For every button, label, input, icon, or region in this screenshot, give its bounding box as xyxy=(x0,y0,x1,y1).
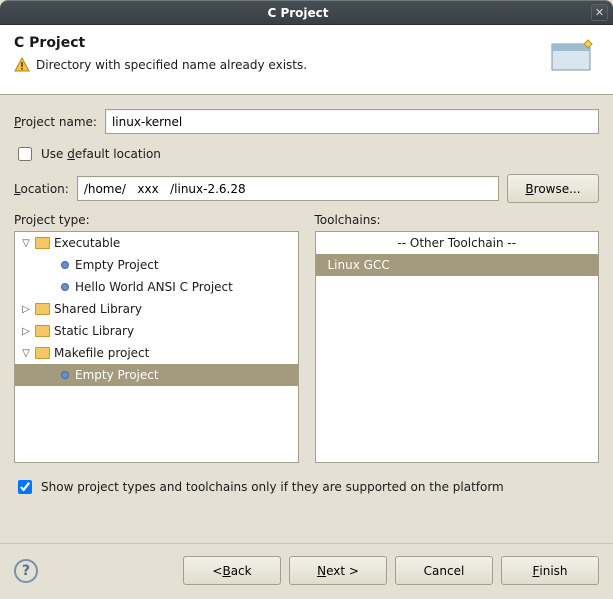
location-label: Location: xyxy=(14,182,69,196)
browse-button[interactable]: Browse... xyxy=(507,174,599,203)
folder-icon xyxy=(35,325,50,337)
tree-label: Empty Project xyxy=(75,368,159,382)
titlebar: C Project ✕ xyxy=(0,0,613,25)
folder-icon xyxy=(35,237,50,249)
tree-label: Static Library xyxy=(54,324,134,338)
tree-node-makefile[interactable]: ▽ Makefile project xyxy=(15,342,298,364)
list-item-linux-gcc[interactable]: Linux GCC xyxy=(316,254,599,276)
use-default-location-checkbox[interactable] xyxy=(18,147,32,161)
chevron-down-icon[interactable]: ▽ xyxy=(19,238,33,249)
list-item-label: Linux GCC xyxy=(328,258,390,272)
back-button[interactable]: < Back xyxy=(183,556,281,585)
cancel-button[interactable]: Cancel xyxy=(395,556,493,585)
folder-icon xyxy=(35,347,50,359)
tree-node-shared-library[interactable]: ▷ Shared Library xyxy=(15,298,298,320)
toolchains-label: Toolchains: xyxy=(315,213,600,227)
folder-icon xyxy=(35,303,50,315)
tree-label: Empty Project xyxy=(75,258,159,272)
next-button[interactable]: Next > xyxy=(289,556,387,585)
tree-node-empty-project[interactable]: Empty Project xyxy=(15,254,298,276)
tree-label: Executable xyxy=(54,236,120,250)
warning-text: Directory with specified name already ex… xyxy=(36,58,307,72)
spacer xyxy=(14,507,599,537)
dialog-body: Project name: Use default location Locat… xyxy=(0,95,613,543)
location-input[interactable] xyxy=(77,176,499,201)
tree-label: Shared Library xyxy=(54,302,142,316)
bullet-icon xyxy=(61,371,69,379)
filter-supported-checkbox[interactable] xyxy=(18,480,32,494)
chevron-right-icon[interactable]: ▷ xyxy=(19,326,33,337)
project-type-label: Project type: xyxy=(14,213,299,227)
project-name-input[interactable] xyxy=(105,109,599,134)
chevron-down-icon[interactable]: ▽ xyxy=(19,348,33,359)
wizard-banner-icon xyxy=(547,35,599,77)
dialog-window: C Project ✕ C Project Directory with spe… xyxy=(0,0,613,599)
bullet-icon xyxy=(61,283,69,291)
filter-supported-label[interactable]: Show project types and toolchains only i… xyxy=(41,480,504,494)
page-title: C Project xyxy=(14,35,537,51)
dialog-header: C Project Directory with specified name … xyxy=(0,25,613,95)
list-item-other-toolchain[interactable]: -- Other Toolchain -- xyxy=(316,232,599,254)
finish-button[interactable]: Finish xyxy=(501,556,599,585)
window-title: C Project xyxy=(5,6,591,20)
tree-node-hello-world[interactable]: Hello World ANSI C Project xyxy=(15,276,298,298)
chevron-right-icon[interactable]: ▷ xyxy=(19,304,33,315)
use-default-location-label[interactable]: Use default location xyxy=(41,147,161,161)
dialog-footer: ? < Back Next > Cancel Finish xyxy=(0,543,613,599)
close-icon[interactable]: ✕ xyxy=(591,4,608,21)
tree-node-makefile-empty[interactable]: Empty Project xyxy=(15,364,298,386)
tree-label: Makefile project xyxy=(54,346,149,360)
help-icon[interactable]: ? xyxy=(14,559,38,583)
list-item-label: -- Other Toolchain -- xyxy=(397,236,516,250)
tree-label: Hello World ANSI C Project xyxy=(75,280,233,294)
toolchains-list[interactable]: -- Other Toolchain -- Linux GCC xyxy=(315,231,600,463)
tree-node-executable[interactable]: ▽ Executable xyxy=(15,232,298,254)
bullet-icon xyxy=(61,261,69,269)
project-type-tree[interactable]: ▽ Executable Empty Project Hello World A… xyxy=(14,231,299,463)
tree-node-static-library[interactable]: ▷ Static Library xyxy=(15,320,298,342)
project-name-label: Project name: xyxy=(14,115,97,129)
warning-icon xyxy=(14,57,30,73)
